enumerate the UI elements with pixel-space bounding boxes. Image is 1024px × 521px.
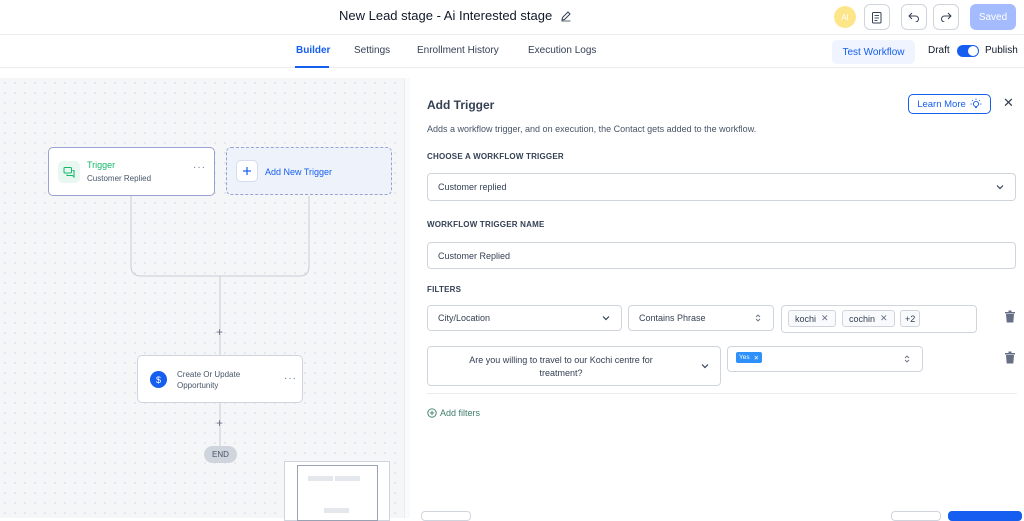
- trigger-node[interactable]: Trigger Customer Replied ···: [48, 147, 215, 196]
- pencil-icon[interactable]: [560, 10, 572, 22]
- trigger-name-input[interactable]: Customer Replied: [427, 242, 1016, 269]
- add-filters-button[interactable]: Add filters: [427, 408, 480, 418]
- canvas-minimap[interactable]: [284, 461, 390, 521]
- trigger-name-value: Customer Replied: [438, 250, 511, 261]
- redo-button[interactable]: [933, 4, 959, 30]
- dollar-icon: $: [150, 371, 167, 388]
- learn-more-button[interactable]: Learn More: [908, 94, 991, 114]
- filter-question-line2: treatment?: [539, 368, 583, 378]
- filter-field-value: City/Location: [438, 313, 491, 323]
- value-chip: kochi ✕: [788, 310, 836, 327]
- panel-description: Adds a workflow trigger, and on executio…: [427, 124, 757, 134]
- action-node-create-opportunity[interactable]: $ Create Or Update Opportunity ···: [137, 355, 303, 403]
- add-step-plus-icon[interactable]: +: [216, 325, 223, 339]
- add-step-plus-icon[interactable]: +: [216, 416, 223, 430]
- chevron-down-icon: [996, 185, 1004, 190]
- panel-resize-handle[interactable]: [404, 78, 410, 518]
- remove-chip-icon[interactable]: ✕: [880, 313, 888, 324]
- publish-label: Publish: [985, 45, 1018, 56]
- tab-execution-logs[interactable]: Execution Logs: [528, 45, 596, 56]
- more-options-icon[interactable]: ···: [193, 162, 206, 173]
- yes-chip: Yes ✕: [736, 352, 763, 363]
- value-chip-label: kochi: [795, 313, 817, 324]
- remove-chip-icon[interactable]: ✕: [754, 354, 759, 362]
- chevron-down-icon: [701, 364, 709, 369]
- clipboard-icon: [872, 11, 882, 23]
- chat-icon: [58, 161, 80, 183]
- panel-title: Add Trigger: [427, 98, 495, 112]
- trash-icon[interactable]: [1004, 351, 1016, 364]
- undo-icon: [908, 12, 919, 22]
- connector-lines: [130, 196, 310, 446]
- chevron-updown-icon: [755, 314, 761, 322]
- plus-icon: [236, 160, 258, 182]
- more-values-chip[interactable]: +2: [900, 310, 921, 327]
- footer-primary-button[interactable]: [948, 511, 1022, 521]
- publish-toggle[interactable]: [957, 45, 979, 57]
- minimap-viewport[interactable]: [297, 465, 378, 521]
- chevron-down-icon: [602, 316, 610, 321]
- action-node-title-line1: Create Or Update: [177, 370, 241, 379]
- value-chip: cochin ✕: [842, 310, 895, 327]
- yes-chip-label: Yes: [739, 354, 750, 361]
- undo-button[interactable]: [901, 4, 927, 30]
- trigger-name-label: WORKFLOW TRIGGER NAME: [427, 220, 545, 229]
- remove-chip-icon[interactable]: ✕: [821, 313, 829, 324]
- user-avatar[interactable]: AI: [834, 6, 856, 28]
- learn-more-label: Learn More: [917, 98, 966, 110]
- filter-operator-value: Contains Phrase: [639, 313, 706, 323]
- filters-label: FILTERS: [427, 285, 462, 294]
- filter-field-select[interactable]: City/Location: [427, 305, 622, 331]
- filter-question-line1: Are you willing to travel to our Kochi c…: [469, 355, 653, 365]
- add-new-trigger-node[interactable]: Add New Trigger: [226, 147, 392, 195]
- saved-button[interactable]: Saved: [970, 4, 1016, 30]
- filter-answer-select[interactable]: Yes ✕: [727, 346, 923, 372]
- footer-cancel-button[interactable]: [421, 511, 471, 521]
- more-options-icon[interactable]: ···: [284, 373, 297, 384]
- draft-label: Draft: [928, 45, 950, 56]
- close-icon[interactable]: ✕: [1003, 95, 1014, 111]
- tab-enrollment-history[interactable]: Enrollment History: [417, 45, 499, 56]
- filters-divider: [427, 393, 1017, 394]
- lightbulb-icon: [970, 98, 982, 108]
- choose-trigger-label: CHOOSE A WORKFLOW TRIGGER: [427, 152, 564, 161]
- action-node-title-line2: Opportunity: [177, 381, 219, 390]
- notes-button[interactable]: [864, 4, 890, 30]
- trash-icon[interactable]: [1004, 310, 1016, 323]
- plus-circle-icon: [427, 408, 437, 418]
- trigger-node-title: Trigger: [87, 160, 116, 170]
- filter-values-multiselect[interactable]: kochi ✕ cochin ✕ +2: [781, 305, 977, 333]
- minimap-node: [335, 476, 360, 481]
- footer-secondary-button[interactable]: [891, 511, 941, 521]
- add-filters-label: Add filters: [440, 408, 481, 418]
- test-workflow-button[interactable]: Test Workflow: [832, 40, 915, 64]
- add-new-trigger-label: Add New Trigger: [265, 167, 333, 177]
- minimap-node: [324, 508, 349, 513]
- trigger-type-value: Customer replied: [438, 182, 507, 192]
- end-marker: END: [204, 446, 237, 463]
- add-trigger-panel: Add Trigger Learn More ✕ Adds a workflow…: [411, 78, 1024, 521]
- trigger-node-subtitle: Customer Replied: [87, 174, 152, 183]
- minimap-node: [308, 476, 333, 481]
- trigger-type-select[interactable]: Customer replied: [427, 173, 1016, 201]
- chevron-updown-icon: [904, 355, 910, 363]
- filter-operator-select[interactable]: Contains Phrase: [628, 305, 774, 331]
- redo-icon: [941, 12, 952, 22]
- value-chip-label: cochin: [849, 313, 876, 324]
- filter-question-select[interactable]: Are you willing to travel to our Kochi c…: [427, 346, 721, 386]
